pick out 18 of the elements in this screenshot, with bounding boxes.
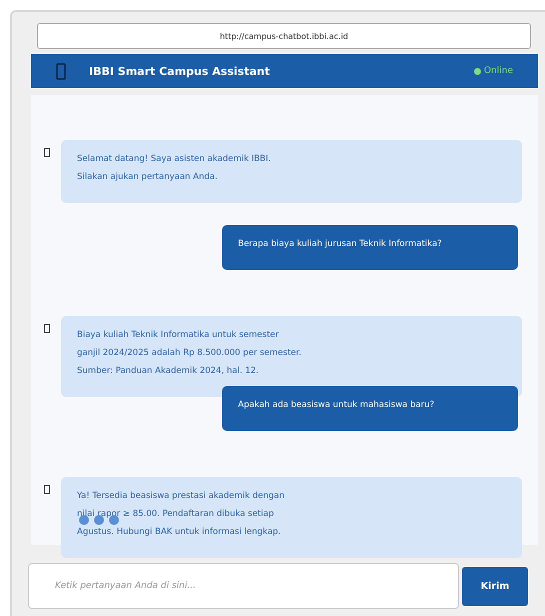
- send-button[interactable]: Kirim: [462, 567, 528, 606]
- placeholder-icon: [44, 324, 50, 333]
- message-input[interactable]: Ketik pertanyaan Anda di sini...: [28, 563, 459, 609]
- status-label: Online: [484, 66, 513, 76]
- chat-title: IBBI Smart Campus Assistant: [89, 64, 271, 78]
- message-text: Selamat datang! Saya asisten akademik IBBI.: [77, 153, 272, 166]
- message-text: Agustus. Hubungi BAK untuk informasi lengkap.: [77, 526, 282, 539]
- message-text: Berapa biaya kuliah jurusan Teknik Informatika?: [238, 238, 443, 251]
- message-text: Ya! Tersedia beasiswa prestasi akademik dengan: [77, 490, 286, 503]
- message-text: Apakah ada beasiswa untuk mahasiswa baru?: [238, 399, 436, 412]
- placeholder-icon: [44, 148, 50, 157]
- address-bar[interactable]: http://campus-chatbot.ibbi.ac.id: [37, 23, 531, 49]
- message-text: Sumber: Panduan Akademik 2024, hal. 12.: [77, 365, 260, 378]
- placeholder-icon: [44, 485, 50, 494]
- message-text: Silakan ajukan pertanyaan Anda.: [77, 171, 219, 184]
- message-text: Biaya kuliah Teknik Informatika untuk semester: [77, 329, 280, 342]
- message-text: ganjil 2024/2025 adalah Rp 8.500.000 per semester.: [77, 347, 302, 360]
- placeholder-icon: [56, 62, 66, 80]
